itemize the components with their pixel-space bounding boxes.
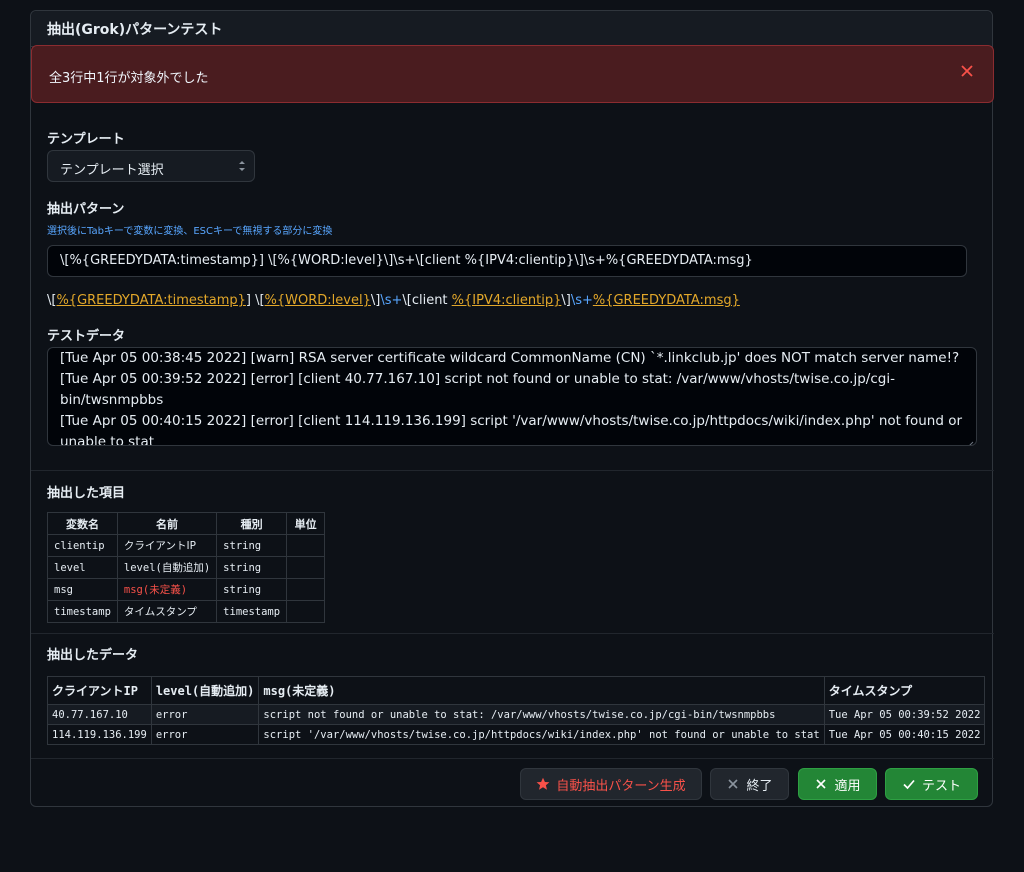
data-cell: error [150, 724, 260, 745]
test-data-line: [Tue Apr 05 00:40:15 2022] [error] [clie… [60, 413, 963, 446]
test-data-line: [Tue Apr 05 00:38:45 2022] [warn] RSA se… [60, 350, 960, 366]
items-cell-undefined: msg(未定義) [116, 578, 218, 601]
apply-label: 適用 [834, 778, 861, 794]
preview-ignore[interactable]: \s+ [571, 293, 593, 308]
items-cell: タイムスタンプ [116, 600, 218, 623]
preview-token-level[interactable]: %{WORD:level} [265, 293, 371, 308]
close-icon[interactable] [959, 64, 975, 80]
items-cell [286, 578, 326, 601]
preview-literal: \] [370, 293, 381, 308]
close-button[interactable]: 終了 [710, 768, 789, 800]
items-cell [286, 534, 326, 557]
pattern-preview: \[%{GREEDYDATA:timestamp}] \[%{WORD:leve… [47, 293, 740, 308]
data-label: 抽出したデータ [47, 648, 139, 663]
preview-token-msg[interactable]: %{GREEDYDATA:msg} [593, 293, 740, 308]
table-row: clientip クライアントIP string [47, 534, 326, 557]
grok-test-dialog: 抽出(Grok)パターンテスト 全3行中1行が対象外でした テンプレート テンプ… [30, 10, 994, 807]
table-row: 40.77.167.10 error script not found or u… [47, 704, 986, 725]
items-cell: msg [47, 578, 118, 601]
data-table: クライアントIP level(自動追加) msg(未定義) タイムスタンプ 40… [47, 676, 986, 745]
items-table: 変数名 名前 種別 単位 clientip クライアントIP string le… [47, 512, 326, 623]
items-label: 抽出した項目 [47, 486, 126, 501]
items-cell: timestamp [47, 600, 118, 623]
data-cell: script not found or unable to stat: /var… [258, 704, 825, 725]
items-cell [286, 556, 326, 579]
pattern-hint: 選択後にTabキーで変数に変換、ESCキーで無視する部分に変換 [47, 226, 333, 237]
preview-token-clientip[interactable]: %{IPV4:clientip} [452, 293, 562, 308]
error-alert: 全3行中1行が対象外でした [31, 45, 994, 103]
data-cell: 114.119.136.199 [47, 724, 152, 745]
items-cell: string [216, 534, 288, 557]
data-cell: Tue Apr 05 00:40:15 2022 [823, 724, 986, 745]
x-icon [726, 777, 740, 791]
items-header: 種別 [216, 512, 288, 535]
data-header: msg(未定義) [258, 676, 825, 705]
alert-message: 全3行中1行が対象外でした [49, 71, 209, 86]
preview-token-timestamp[interactable]: %{GREEDYDATA:timestamp} [56, 293, 245, 308]
template-select[interactable]: テンプレート選択 [47, 150, 255, 182]
resize-grip-icon[interactable] [966, 435, 974, 445]
star-icon [536, 777, 550, 791]
table-row: timestamp タイムスタンプ timestamp [47, 600, 326, 623]
table-row: 114.119.136.199 error script '/var/www/v… [47, 724, 986, 745]
x-icon [814, 777, 828, 791]
test-label: テスト [921, 778, 961, 794]
items-header: 単位 [286, 512, 326, 535]
items-cell: クライアントIP [116, 534, 218, 557]
test-data-line: [Tue Apr 05 00:39:52 2022] [error] [clie… [60, 371, 895, 408]
items-cell: string [216, 578, 288, 601]
table-row: level level(自動追加) string [47, 556, 326, 579]
data-cell: Tue Apr 05 00:39:52 2022 [823, 704, 986, 725]
preview-literal: \[client [402, 293, 452, 308]
data-header: level(自動追加) [150, 676, 260, 705]
table-row: msg msg(未定義) string [47, 578, 326, 601]
items-cell [286, 600, 326, 623]
pattern-label: 抽出パターン [47, 202, 125, 217]
preview-ignore[interactable]: \s+ [380, 293, 402, 308]
auto-pattern-label: 自動抽出パターン生成 [556, 778, 686, 794]
divider [31, 758, 994, 759]
pattern-input[interactable]: \[%{GREEDYDATA:timestamp}] \[%{WORD:leve… [47, 245, 967, 277]
divider [31, 470, 994, 471]
items-cell: level(自動追加) [116, 556, 218, 579]
updown-arrows-icon [237, 159, 247, 173]
data-cell: 40.77.167.10 [47, 704, 152, 725]
apply-button[interactable]: 適用 [798, 768, 877, 800]
items-header: 変数名 [47, 512, 118, 535]
data-header: タイムスタンプ [823, 676, 986, 705]
test-data-label: テストデータ [47, 329, 126, 344]
items-cell: level [47, 556, 118, 579]
auto-pattern-button[interactable]: 自動抽出パターン生成 [520, 768, 702, 800]
data-header: クライアントIP [47, 676, 152, 705]
template-select-value: テンプレート選択 [60, 163, 164, 178]
close-label: 終了 [746, 778, 773, 794]
preview-literal: \] [561, 293, 571, 308]
dialog-header: 抽出(Grok)パターンテスト [31, 11, 992, 47]
check-icon [902, 777, 916, 791]
items-cell: string [216, 556, 288, 579]
dialog-title: 抽出(Grok)パターンテスト [47, 22, 223, 38]
data-cell: error [150, 704, 260, 725]
items-cell: clientip [47, 534, 118, 557]
preview-literal: ] \[ [245, 293, 265, 308]
test-data-textarea[interactable]: [Tue Apr 05 00:38:45 2022] [warn] RSA se… [47, 347, 977, 446]
divider [31, 633, 994, 634]
data-cell: script '/var/www/vhosts/twise.co.jp/http… [258, 724, 825, 745]
items-header: 名前 [116, 512, 218, 535]
template-label: テンプレート [47, 132, 125, 147]
test-button[interactable]: テスト [885, 768, 978, 800]
items-cell: timestamp [216, 600, 288, 623]
